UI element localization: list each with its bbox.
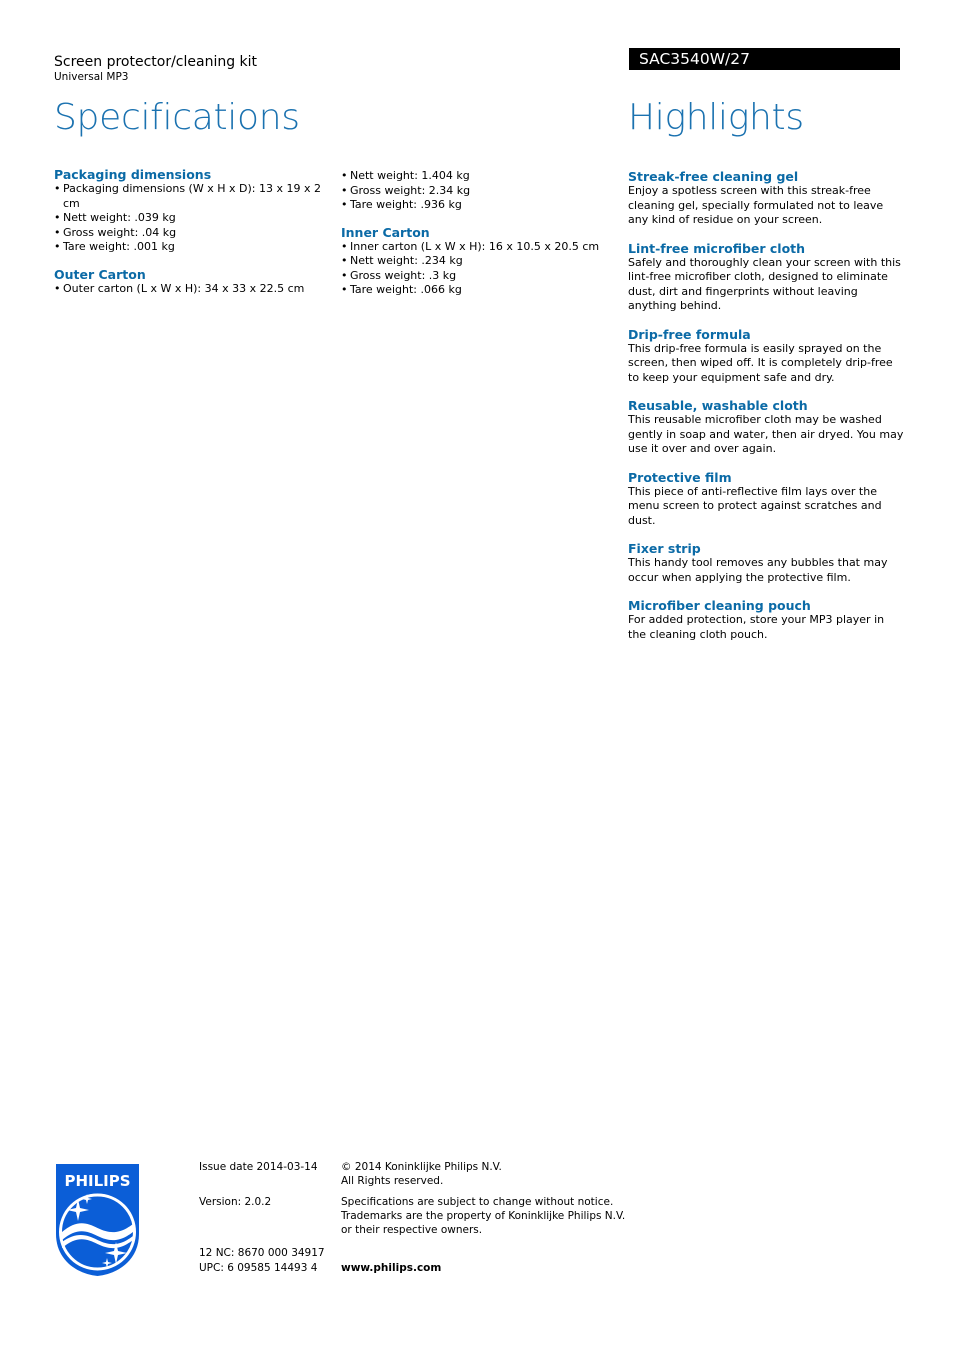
highlights-column: Streak-free cleaning gel Enjoy a spotles… [628,169,904,655]
list-item: Gross weight: .04 kg [54,226,324,241]
section-heading-outer-carton: Outer Carton [54,266,146,282]
list-item: Outer carton (L x W x H): 34 x 33 x 22.5… [54,282,324,297]
highlight-title: Streak-free cleaning gel [628,169,799,184]
list-item: Nett weight: .039 kg [54,211,324,226]
product-name: Screen protector/cleaning kit [54,54,258,70]
issue-date: Issue date 2014-03-14 [199,1161,318,1173]
version: Version: 2.0.2 [199,1196,272,1208]
twelve-nc-code: 12 NC: 8670 000 34917 [199,1247,325,1259]
section-heading-inner-carton: Inner Carton [341,224,430,240]
upc-code: UPC: 6 09585 14493 4 [199,1262,318,1274]
list-item: Tare weight: .001 kg [54,240,324,255]
list-item: Tare weight: .066 kg [341,283,606,298]
highlight-title: Lint-free microfiber cloth [628,240,806,256]
copyright-line: © 2014 Koninklijke Philips N.V. [341,1161,502,1173]
highlight-text: For added protection, store your MP3 pla… [628,613,885,641]
section-heading-packaging: Packaging dimensions [54,167,212,182]
highlight-item: Streak-free cleaning gel Enjoy a spotles… [628,169,904,228]
notice-line: Specifications are subject to change wit… [341,1196,614,1208]
highlight-item: Lint-free microfiber cloth Safely and th… [628,241,904,314]
highlight-item: Microfiber cleaning pouch For added prot… [628,598,904,642]
highlight-text: This piece of anti-reflective film lays … [628,484,882,527]
highlight-item: Drip-free formula This drip-free formula… [628,327,904,386]
list-item: Nett weight: .234 kg [341,254,606,269]
packaging-list: Packaging dimensions (W x H x D): 13 x 1… [54,182,324,255]
list-item: Gross weight: .3 kg [341,269,606,284]
notice-line: or their respective owners. [341,1224,483,1237]
highlight-text: Safely and thoroughly clean your screen … [628,255,901,313]
highlight-text: This reusable microfiber cloth may be wa… [628,413,904,455]
highlight-text: This handy tool removes any bubbles that… [628,556,888,584]
website-link[interactable]: www.philips.com [341,1261,441,1275]
highlight-text: Enjoy a spotless screen with this streak… [628,184,884,226]
copyright: © 2014 Koninklijke Philips N.V. All Righ… [341,1160,502,1188]
specification-notice: Specifications are subject to change wit… [341,1195,631,1238]
outer-carton-list: Outer carton (L x W x H): 34 x 33 x 22.5… [54,282,324,297]
list-item: Packaging dimensions (W x H x D): 13 x 1… [54,182,324,211]
list-item: Gross weight: 2.34 kg [341,184,606,199]
highlight-title: Microfiber cleaning pouch [628,598,811,613]
highlight-item: Reusable, washable cloth This reusable m… [628,398,904,457]
inner-carton-list: Inner carton (L x W x H): 16 x 10.5 x 20… [341,240,606,298]
outer-carton-list-continued: Nett weight: 1.404 kg Gross weight: 2.34… [341,169,606,213]
philips-shield-icon: PHILIPS [56,1164,139,1276]
highlights-title: Highlights [628,97,804,138]
highlight-item: Fixer strip This handy tool removes any … [628,541,904,585]
highlight-title: Drip-free formula [628,326,751,342]
list-item: Nett weight: 1.404 kg [341,169,606,184]
highlight-title: Fixer strip [628,541,701,556]
philips-shield-logo: PHILIPS [54,1162,141,1278]
logo-wordmark: PHILIPS [64,1172,130,1190]
list-item: Inner carton (L x W x H): 16 x 10.5 x 20… [341,240,606,255]
specifications-title: Specifications [54,97,300,138]
model-number-bar: SAC3540W/27 [629,48,900,70]
list-item: Tare weight: .936 kg [341,198,606,213]
highlight-title: Protective film [628,469,732,485]
spec-column-1: Packaging dimensions Packaging dimension… [54,167,324,296]
copyright-line: All Rights reserved. [341,1175,444,1188]
highlight-text: This drip-free formula is easily sprayed… [628,341,893,384]
highlight-item: Protective film This piece of anti-refle… [628,470,904,529]
highlight-title: Reusable, washable cloth [628,398,808,413]
notice-line: Trademarks are the property of Koninklij… [341,1210,626,1223]
spec-column-2: Nett weight: 1.404 kg Gross weight: 2.34… [341,169,606,298]
product-subtitle: Universal MP3 [54,71,129,83]
